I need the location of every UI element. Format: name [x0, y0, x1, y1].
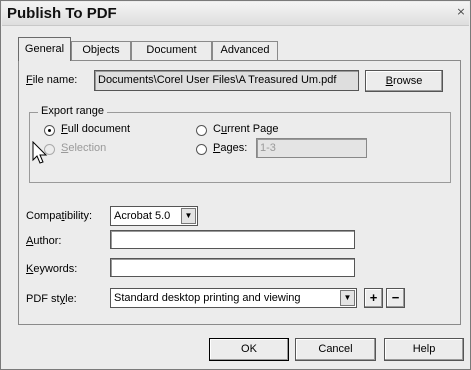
file-name-field[interactable]: Documents\Corel User Files\A Treasured U… [94, 70, 359, 91]
general-tab-panel: File name: Documents\Corel User Files\A … [18, 60, 461, 325]
pdf-style-value: Standard desktop printing and viewing [114, 292, 301, 304]
mouse-pointer-icon [32, 141, 48, 164]
pages-label: Pages: [213, 142, 248, 154]
author-label: Author: [26, 235, 62, 247]
selection-label: Selection [61, 142, 107, 154]
pages-radio[interactable] [196, 144, 207, 155]
remove-style-button[interactable]: − [386, 288, 405, 308]
close-icon[interactable]: × [454, 4, 468, 20]
tab-advanced[interactable]: Advanced [212, 41, 278, 60]
tab-general[interactable]: General [18, 37, 71, 61]
keywords-label: Keywords: [26, 263, 78, 275]
full-document-radio[interactable] [44, 125, 55, 136]
compatibility-label: Compatibility: [26, 210, 93, 222]
pdf-style-label: PDF style: [26, 293, 77, 305]
add-style-button[interactable]: + [364, 288, 383, 308]
browse-button[interactable]: Browse [365, 70, 443, 92]
full-document-label: Full document [61, 123, 131, 135]
tab-objects[interactable]: Objects [71, 41, 131, 60]
author-field[interactable] [110, 230, 355, 249]
help-button[interactable]: Help [384, 338, 464, 361]
current-page-label: Current Page [213, 123, 279, 135]
compatibility-select[interactable]: Acrobat 5.0 ▼ [110, 206, 198, 226]
title-bar[interactable]: Publish To PDF × [2, 2, 469, 26]
pages-field[interactable]: 1-3 [256, 138, 367, 158]
dropdown-arrow-icon[interactable]: ▼ [181, 208, 196, 224]
dropdown-arrow-icon[interactable]: ▼ [340, 290, 355, 306]
current-page-radio[interactable] [196, 125, 207, 136]
export-range-group: Export range Full document Selection Cur… [29, 105, 451, 183]
pdf-style-select[interactable]: Standard desktop printing and viewing ▼ [110, 288, 357, 308]
dialog-title: Publish To PDF [7, 5, 117, 22]
export-range-title: Export range [38, 105, 107, 117]
cancel-button[interactable]: Cancel [295, 338, 376, 361]
keywords-field[interactable] [110, 258, 355, 277]
file-name-label: File name: [26, 74, 78, 86]
tab-document[interactable]: Document [131, 41, 212, 60]
publish-to-pdf-dialog: Publish To PDF × General Objects Documen… [0, 0, 471, 370]
compatibility-value: Acrobat 5.0 [114, 210, 171, 222]
ok-button[interactable]: OK [209, 338, 289, 361]
